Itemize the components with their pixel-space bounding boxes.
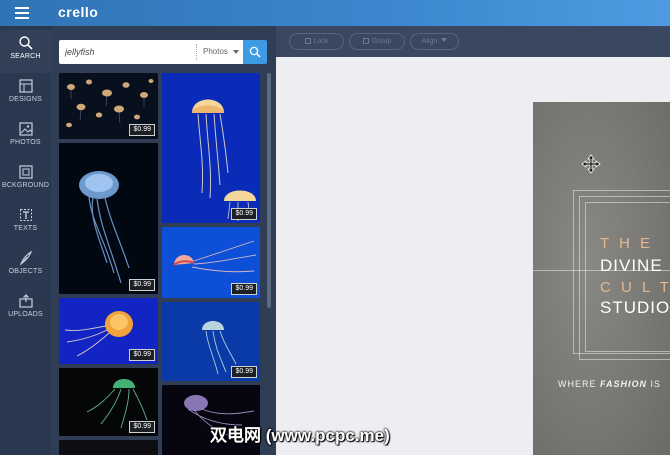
sidebar-label-uploads: UPLOADS (8, 311, 43, 318)
single-blue-jellyfish-photo (79, 171, 130, 284)
price-badge: $0.99 (129, 349, 155, 361)
search-icon (249, 46, 261, 58)
result-tile[interactable]: $0.99 (162, 73, 260, 223)
group-button[interactable]: Group (349, 33, 405, 50)
watermark-text: 双电网 (www.pcpc.me) (210, 426, 390, 445)
background-icon (18, 165, 33, 179)
result-tile[interactable]: $0.99 (162, 302, 260, 381)
crello-logo[interactable]: crello (58, 4, 98, 20)
frame-third (585, 202, 670, 352)
lock-icon (304, 38, 311, 44)
price-badge: $0.99 (231, 283, 257, 295)
top-bar: crello (0, 0, 670, 26)
sidebar-label-search: SEARCH (10, 53, 41, 60)
jellyfish-pair-photo (192, 99, 256, 221)
lock-label: Lock (313, 38, 329, 45)
design-tagline[interactable]: WHERE FASHION IS (558, 379, 661, 389)
sidebar-item-background[interactable]: BCKGROUND (0, 159, 51, 202)
results-scrollbar[interactable] (267, 73, 271, 308)
sidebar-item-texts[interactable]: TEXTS (0, 202, 51, 245)
tagline-post: IS (650, 379, 662, 389)
sidebar-label-objects: OBJECTS (8, 268, 43, 275)
design-text-cult[interactable]: C U L T (600, 279, 670, 296)
sidebar-item-photos[interactable]: PHOTOS (0, 116, 51, 159)
result-tile[interactable] (59, 440, 158, 455)
sidebar-label-background: BCKGROUND (1, 182, 50, 189)
type-filter-value: Photos (203, 47, 228, 56)
search-input[interactable] (59, 40, 194, 64)
sidebar-item-objects[interactable]: OBJECTS (0, 245, 51, 288)
result-tile[interactable]: $0.99 (59, 298, 158, 364)
price-badge: $0.99 (231, 208, 257, 220)
search-divider (196, 44, 197, 60)
design-text-studio[interactable]: STUDIO (600, 298, 670, 318)
lock-button[interactable]: Lock (289, 33, 344, 50)
left-sidebar: SEARCH DESIGNS PHOTOS BCKGROUND TEXTS OB… (0, 26, 51, 455)
photos-icon (18, 122, 33, 136)
tagline-pre: WHERE (558, 379, 597, 389)
designs-icon (18, 79, 33, 93)
group-label: Group (371, 38, 392, 45)
align-label: Align (421, 38, 438, 45)
texts-icon (19, 209, 32, 221)
price-badge: $0.99 (129, 279, 155, 291)
search-box: Photos (59, 40, 245, 64)
objects-icon (19, 250, 32, 266)
sidebar-item-search[interactable]: SEARCH (0, 30, 51, 73)
result-tile[interactable]: $0.99 (59, 143, 158, 294)
edit-toolbar: Lock Group Align (276, 26, 670, 57)
menu-icon[interactable] (13, 5, 33, 21)
search-icon (18, 36, 33, 50)
tagline-bold: FASHION (600, 379, 648, 389)
result-tile[interactable]: $0.99 (59, 368, 158, 436)
move-cursor-icon (581, 154, 601, 174)
group-icon (362, 38, 369, 44)
result-tile[interactable]: $0.99 (162, 227, 260, 298)
price-badge: $0.99 (129, 124, 155, 136)
sidebar-label-designs: DESIGNS (9, 96, 42, 103)
sidebar-item-designs[interactable]: DESIGNS (0, 73, 51, 116)
design-text-the[interactable]: T H E (600, 235, 653, 252)
sidebar-item-uploads[interactable]: UPLOADS (0, 288, 51, 331)
price-badge: $0.99 (129, 421, 155, 433)
chevron-down-icon (441, 38, 448, 42)
align-button[interactable]: Align (410, 33, 459, 50)
type-filter-dropdown[interactable]: Photos (199, 40, 245, 64)
canvas-area: Lock Group Align T H E DIVINE C U L T ST… (276, 26, 670, 455)
search-panel: Photos $0.99 (51, 26, 276, 455)
sidebar-label-texts: TEXTS (13, 225, 38, 232)
sidebar-label-photos: PHOTOS (10, 139, 41, 146)
design-text-divine[interactable]: DIVINE (600, 256, 663, 276)
design-canvas[interactable]: T H E DIVINE C U L T STUDIO WHERE FASHIO… (533, 102, 670, 455)
price-badge: $0.99 (231, 366, 257, 378)
chevron-down-icon (233, 50, 239, 54)
uploads-icon (18, 294, 33, 308)
result-tile[interactable]: $0.99 (59, 73, 158, 139)
search-button[interactable] (243, 40, 267, 64)
